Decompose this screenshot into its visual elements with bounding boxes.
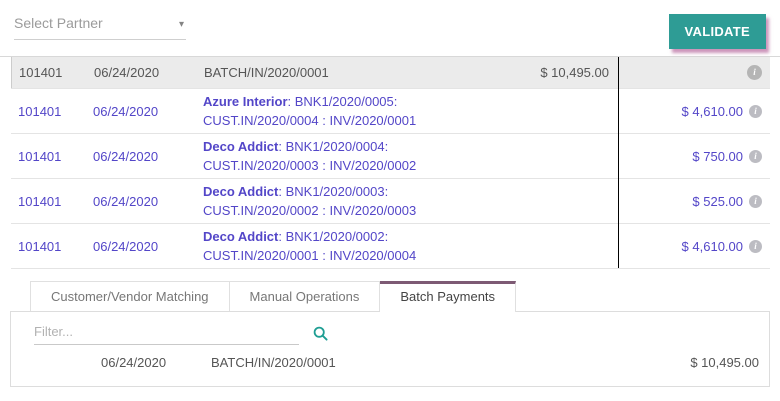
- reconciliation-line-row[interactable]: 101401 06/24/2020 Azure Interior: BNK1/2…: [11, 88, 770, 133]
- tab-batch-payments[interactable]: Batch Payments: [380, 281, 516, 312]
- line-reference: : BNK1/2020/0004:: [278, 139, 388, 154]
- line-reference-2: CUST.IN/2020/0001 : INV/2020/0004: [203, 246, 618, 265]
- line-amount: $ 4,610.00: [682, 239, 743, 254]
- line-reference: : BNK1/2020/0002:: [278, 229, 388, 244]
- line-reference: : BNK1/2020/0005:: [288, 94, 398, 109]
- tab-manual-operations[interactable]: Manual Operations: [230, 281, 381, 311]
- reconciliation-line-row[interactable]: 101401 06/24/2020 Deco Addict: BNK1/2020…: [11, 223, 770, 268]
- line-date: 06/24/2020: [93, 104, 203, 119]
- reconciliation-line-row[interactable]: 101401 06/24/2020 Deco Addict: BNK1/2020…: [11, 178, 770, 223]
- caret-down-icon: ▾: [179, 19, 184, 30]
- line-reference-2: CUST.IN/2020/0004 : INV/2020/0001: [203, 111, 618, 130]
- line-label: Deco Addict: BNK1/2020/0003: CUST.IN/202…: [203, 182, 618, 220]
- line-reference: : BNK1/2020/0003:: [278, 184, 388, 199]
- line-date: 06/24/2020: [93, 194, 203, 209]
- tab-customer-vendor-matching[interactable]: Customer/Vendor Matching: [30, 281, 230, 311]
- account-code: 101401: [11, 239, 93, 254]
- account-code: 101401: [11, 194, 93, 209]
- partner-name: Deco Addict: [203, 184, 278, 199]
- batch-payment-row[interactable]: 06/24/2020 BATCH/IN/2020/0001 $ 10,495.0…: [11, 347, 769, 377]
- select-partner-placeholder: Select Partner: [14, 15, 103, 31]
- info-icon[interactable]: i: [749, 195, 762, 208]
- info-icon[interactable]: i: [749, 105, 762, 118]
- partner-name: Deco Addict: [203, 139, 278, 154]
- partner-name: Azure Interior: [203, 94, 288, 109]
- batch-amount: $ 10,495.00: [690, 355, 769, 370]
- reconciliation-line-row[interactable]: 101401 06/24/2020 Deco Addict: BNK1/2020…: [11, 133, 770, 178]
- line-label: Deco Addict: BNK1/2020/0002: CUST.IN/202…: [203, 227, 618, 265]
- info-icon[interactable]: i: [749, 150, 762, 163]
- batch-label: BATCH/IN/2020/0001: [211, 355, 690, 370]
- account-code: 101401: [11, 104, 93, 119]
- line-amount: $ 750.00: [692, 149, 743, 164]
- account-code: 101401: [12, 65, 94, 80]
- info-icon[interactable]: i: [749, 240, 762, 253]
- account-code: 101401: [11, 149, 93, 164]
- line-label: Deco Addict: BNK1/2020/0004: CUST.IN/202…: [203, 137, 618, 175]
- batch-date: 06/24/2020: [101, 355, 211, 370]
- reconciliation-tabs: Customer/Vendor Matching Manual Operatio…: [10, 281, 770, 312]
- info-icon[interactable]: i: [747, 65, 762, 80]
- line-date: 06/24/2020: [93, 239, 203, 254]
- partner-name: Deco Addict: [203, 229, 278, 244]
- validate-button[interactable]: VALIDATE: [669, 14, 766, 49]
- search-icon[interactable]: [313, 326, 328, 341]
- statement-label: BATCH/IN/2020/0001: [204, 63, 488, 82]
- line-reference-2: CUST.IN/2020/0003 : INV/2020/0002: [203, 156, 618, 175]
- reconciliation-table: 101401 06/24/2020 BATCH/IN/2020/0001 $ 1…: [11, 57, 770, 269]
- reconciliation-toolbar: Select Partner ▾ VALIDATE: [0, 0, 780, 57]
- statement-line-row: 101401 06/24/2020 BATCH/IN/2020/0001 $ 1…: [11, 57, 770, 88]
- select-partner-dropdown[interactable]: Select Partner ▾: [14, 13, 186, 40]
- amount-column-divider: [618, 57, 619, 268]
- line-reference-2: CUST.IN/2020/0002 : INV/2020/0003: [203, 201, 618, 220]
- line-label: Azure Interior: BNK1/2020/0005: CUST.IN/…: [203, 92, 618, 130]
- statement-date: 06/24/2020: [94, 65, 204, 80]
- line-amount: $ 4,610.00: [682, 104, 743, 119]
- statement-amount: $ 10,495.00: [488, 65, 618, 80]
- filter-input[interactable]: [34, 322, 299, 345]
- line-amount: $ 525.00: [692, 194, 743, 209]
- batch-payments-panel: 06/24/2020 BATCH/IN/2020/0001 $ 10,495.0…: [10, 312, 770, 387]
- line-date: 06/24/2020: [93, 149, 203, 164]
